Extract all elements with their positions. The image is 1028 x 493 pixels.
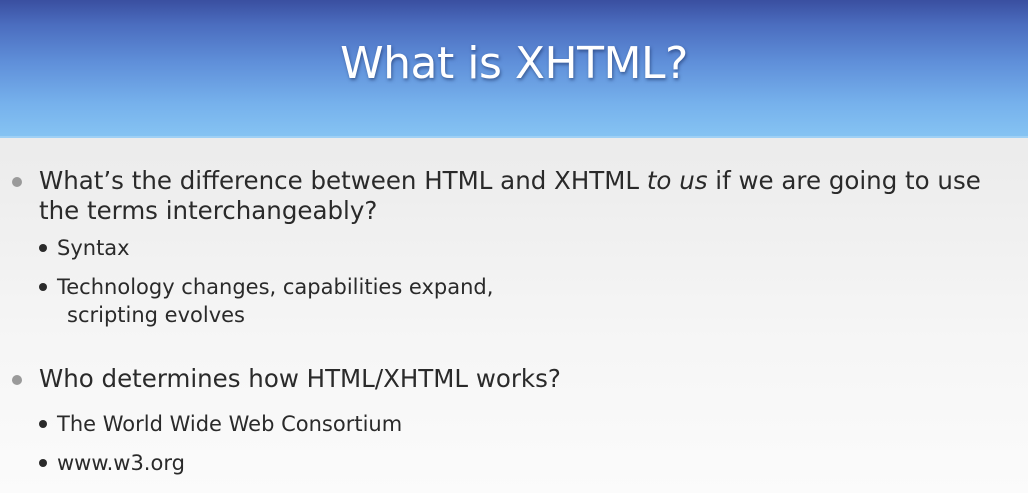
bullet-text: What’s the difference between HTML and X… <box>39 166 981 225</box>
sub-bullet-text: www.w3.org <box>57 451 185 475</box>
bullet-dot-icon <box>12 375 22 385</box>
slide: What is XHTML? What’s the difference bet… <box>0 0 1028 493</box>
sub-bullet-item: Technology changes, capabilities expand,… <box>39 273 679 331</box>
sub-bullet-item: The World Wide Web Consortium <box>39 410 679 438</box>
bullet-item: What’s the difference between HTML and X… <box>12 166 992 228</box>
sub-bullet-dot-icon <box>39 244 47 252</box>
emphasis-text: to us <box>646 166 708 195</box>
sub-bullet-dot-icon <box>39 283 47 291</box>
sub-bullet-text: The World Wide Web Consortium <box>57 412 403 436</box>
sub-bullet-item: Syntax <box>39 234 679 262</box>
sub-bullet-item: www.w3.org <box>39 449 679 477</box>
sub-bullet-text: Syntax <box>57 236 130 260</box>
slide-title: What is XHTML? <box>340 38 688 89</box>
bullet-item: Who determines how HTML/XHTML works? <box>12 364 992 396</box>
bullet-dot-icon <box>12 177 22 187</box>
bullet-text: Who determines how HTML/XHTML works? <box>39 364 561 393</box>
sub-bullet-dot-icon <box>39 459 47 467</box>
sub-bullet-dot-icon <box>39 420 47 428</box>
sub-bullet-text: Technology changes, capabilities expand,… <box>57 275 494 327</box>
title-banner: What is XHTML? <box>0 0 1028 138</box>
